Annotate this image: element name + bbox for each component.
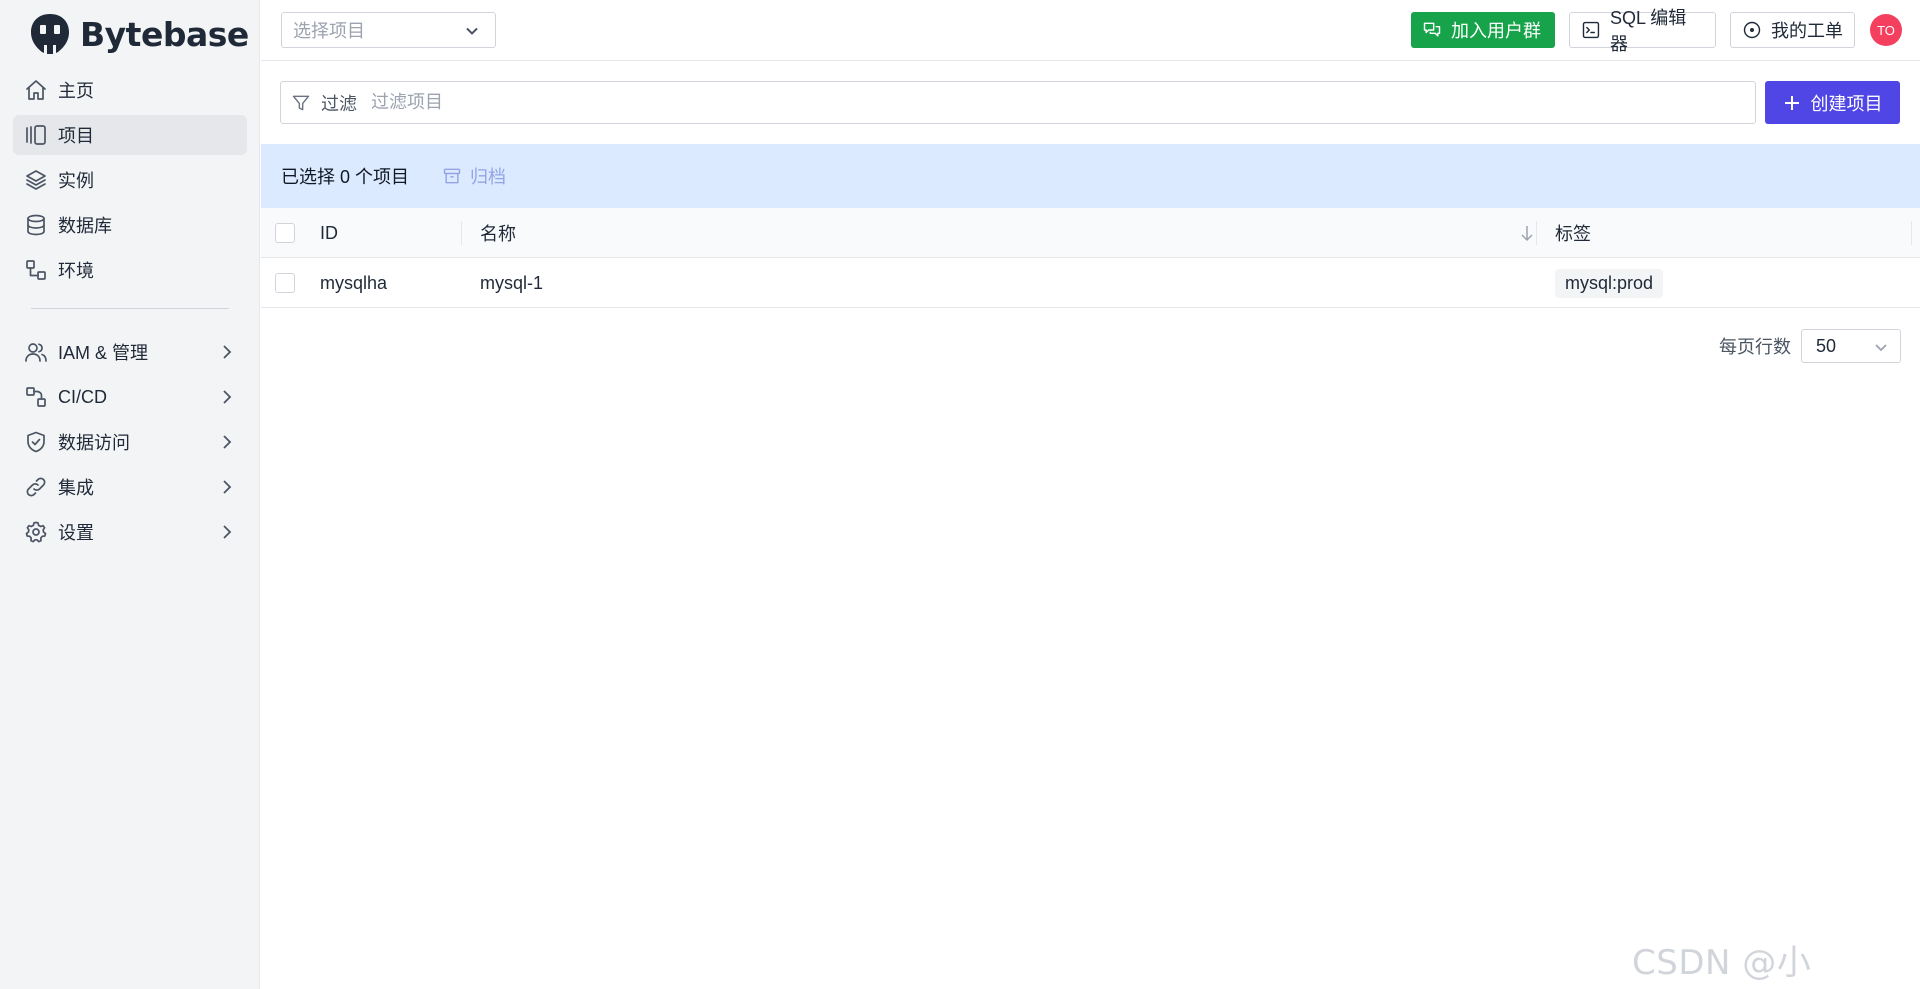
shield-icon [23,429,49,455]
project-icon [23,122,49,148]
sidebar-item-integration[interactable]: 集成 [13,467,247,507]
workflow-icon [23,384,49,410]
sql-editor-button[interactable]: SQL 编辑器 [1569,8,1716,54]
my-issues-label: 我的工单 [1771,21,1843,41]
create-project-label: 创建项目 [1810,93,1883,114]
sidebar-nav: 主页 项目 实例 数据库 环境 IAM & 管理 CI/CD 数据访问 集成 设… [13,70,247,557]
user-avatar[interactable]: TO [1870,14,1902,46]
chevron-down-icon [1875,344,1887,352]
sidebar-item-label: CI/CD [58,386,107,407]
chevron-right-icon [217,522,237,542]
sidebar-item-label: 项目 [58,126,94,146]
select-all-cell [275,208,295,258]
rows-per-page-select[interactable]: 50 [1801,329,1901,363]
top-header: 选择项目 加入用户群 SQL 编辑器 我的工单 TO [261,0,1920,61]
column-header-name[interactable]: 名称 [480,208,516,258]
home-icon [23,77,49,103]
sidebar-item-label: 数据访问 [58,433,130,453]
archive-button[interactable]: 归档 [442,163,506,189]
archive-label: 归档 [470,167,507,187]
sort-arrow-icon[interactable] [1518,223,1536,243]
join-group-button[interactable]: 加入用户群 [1411,12,1555,48]
column-header-id[interactable]: ID [320,208,338,258]
label-tag: mysql:prod [1555,268,1664,298]
sidebar: Bytebase 主页 项目 实例 数据库 环境 IAM & 管理 CI/CD … [0,0,260,989]
filter-input[interactable] [371,92,1671,113]
sidebar-item-label: 设置 [58,523,94,543]
sidebar-divider [31,308,229,309]
project-labels-cell: mysql:prod [1555,258,1664,308]
sidebar-item-label: 数据库 [58,216,112,236]
project-select[interactable]: 选择项目 [281,12,496,48]
chat-icon [1423,22,1441,37]
sidebar-item-projects[interactable]: 项目 [13,115,247,155]
sql-editor-label: SQL 编辑器 [1609,8,1687,54]
circle-dot-icon [1743,21,1761,39]
terminal-icon [1582,21,1600,39]
sidebar-item-settings[interactable]: 设置 [13,512,247,552]
plus-icon [1784,95,1799,110]
select-all-checkbox[interactable] [275,223,295,243]
projects-table: ID 名称 标签 mysqlha mysql-1 mysql:prod [261,208,1920,308]
rows-per-page-value: 50 [1816,335,1837,356]
watermark: CSDN @小Tomkk [1632,943,1812,989]
column-divider [1911,221,1912,245]
selection-count-text: 已选择 0 个项目 [281,167,410,187]
table-row[interactable]: mysqlha mysql-1 mysql:prod [261,258,1920,308]
filter-label: 过滤 [321,93,357,114]
table-header: ID 名称 标签 [261,208,1920,258]
join-group-label: 加入用户群 [1451,21,1541,41]
logo[interactable]: Bytebase [28,12,249,56]
my-issues-button[interactable]: 我的工单 [1730,12,1855,48]
app-name: Bytebase [80,14,249,54]
sidebar-item-label: 环境 [58,261,94,281]
sidebar-item-label: IAM & 管理 [58,343,149,363]
sidebar-item-home[interactable]: 主页 [13,70,247,110]
chevron-right-icon [217,342,237,362]
sidebar-item-data-access[interactable]: 数据访问 [13,422,247,462]
create-project-button[interactable]: 创建项目 [1765,81,1900,124]
project-name: mysql-1 [480,272,544,293]
sidebar-item-label: 集成 [58,478,94,498]
database-icon [23,212,49,238]
filter-bar: 过滤 [280,81,1756,124]
archive-icon [443,168,461,184]
sidebar-item-instances[interactable]: 实例 [13,160,247,200]
layers-icon [23,167,49,193]
users-icon [23,339,49,365]
environment-icon [23,257,49,283]
row-checkbox[interactable] [275,273,295,293]
pagination: 每页行数 50 [1719,329,1901,363]
chevron-right-icon [217,387,237,407]
sidebar-item-databases[interactable]: 数据库 [13,205,247,245]
bytebase-logo-icon [31,14,69,54]
column-divider [1536,221,1537,245]
chevron-down-icon [463,22,481,40]
project-id: mysqlha [320,272,388,293]
selection-bar: 已选择 0 个项目 归档 [261,144,1920,208]
sidebar-item-label: 实例 [58,171,94,191]
sidebar-item-environments[interactable]: 环境 [13,250,247,290]
filter-icon [292,95,310,110]
sidebar-item-cicd[interactable]: CI/CD [13,377,247,417]
rows-per-page-label: 每页行数 [1719,337,1791,357]
project-select-placeholder: 选择项目 [293,21,365,41]
gear-icon [23,519,49,545]
link-icon [23,474,49,500]
chevron-right-icon [217,477,237,497]
sidebar-item-iam[interactable]: IAM & 管理 [13,332,247,372]
chevron-right-icon [217,432,237,452]
sidebar-item-label: 主页 [58,81,94,101]
row-select-cell [275,258,295,308]
column-divider [461,221,462,245]
column-header-labels[interactable]: 标签 [1555,208,1591,258]
